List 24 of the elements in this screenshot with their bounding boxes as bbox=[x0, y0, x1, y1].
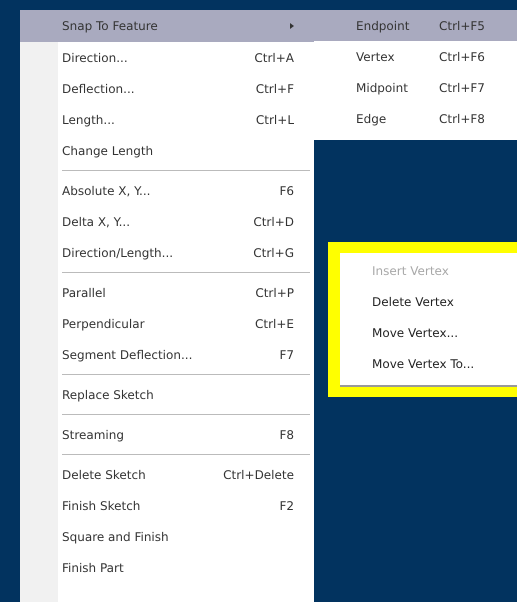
menu-item[interactable]: Endpoint Ctrl+F5 bbox=[314, 10, 517, 41]
menu-item[interactable]: Absolute X, Y... F6 bbox=[20, 175, 314, 206]
menu-item[interactable]: Parallel Ctrl+P bbox=[20, 277, 314, 308]
menu-item[interactable]: Direction/Length... Ctrl+G bbox=[20, 237, 314, 268]
menu-item[interactable]: Deflection... Ctrl+F bbox=[20, 73, 314, 104]
menu-item[interactable]: Finish Part bbox=[20, 552, 314, 583]
menu-item[interactable]: Replace Sketch bbox=[20, 379, 314, 410]
menu-item[interactable]: Vertex Ctrl+F6 bbox=[314, 41, 517, 72]
menu-item[interactable]: Direction... Ctrl+A bbox=[20, 42, 314, 73]
menu-item[interactable]: Square and Finish bbox=[20, 521, 314, 552]
menu-item[interactable]: Edge Ctrl+F8 bbox=[314, 103, 517, 134]
menu-item[interactable]: Segment Deflection... F7 bbox=[20, 339, 314, 370]
menu-item[interactable]: Midpoint Ctrl+F7 bbox=[314, 72, 517, 103]
menu-item[interactable]: Move Vertex To... bbox=[340, 348, 517, 379]
menu-item[interactable]: Length... Ctrl+L bbox=[20, 104, 314, 135]
menu-item[interactable]: Snap To Feature bbox=[20, 10, 314, 42]
menu-item[interactable]: Change Length bbox=[20, 135, 314, 166]
menu-item[interactable]: Delta X, Y... Ctrl+D bbox=[20, 206, 314, 237]
menu-item[interactable]: Finish Sketch F2 bbox=[20, 490, 314, 521]
menu-item[interactable]: Delete Sketch Ctrl+Delete bbox=[20, 459, 314, 490]
menu-item[interactable]: Streaming F8 bbox=[20, 419, 314, 450]
menu-item[interactable]: Perpendicular Ctrl+E bbox=[20, 308, 314, 339]
menu-item[interactable]: Delete Vertex bbox=[340, 286, 517, 317]
menu-item[interactable]: Move Vertex... bbox=[340, 317, 517, 348]
